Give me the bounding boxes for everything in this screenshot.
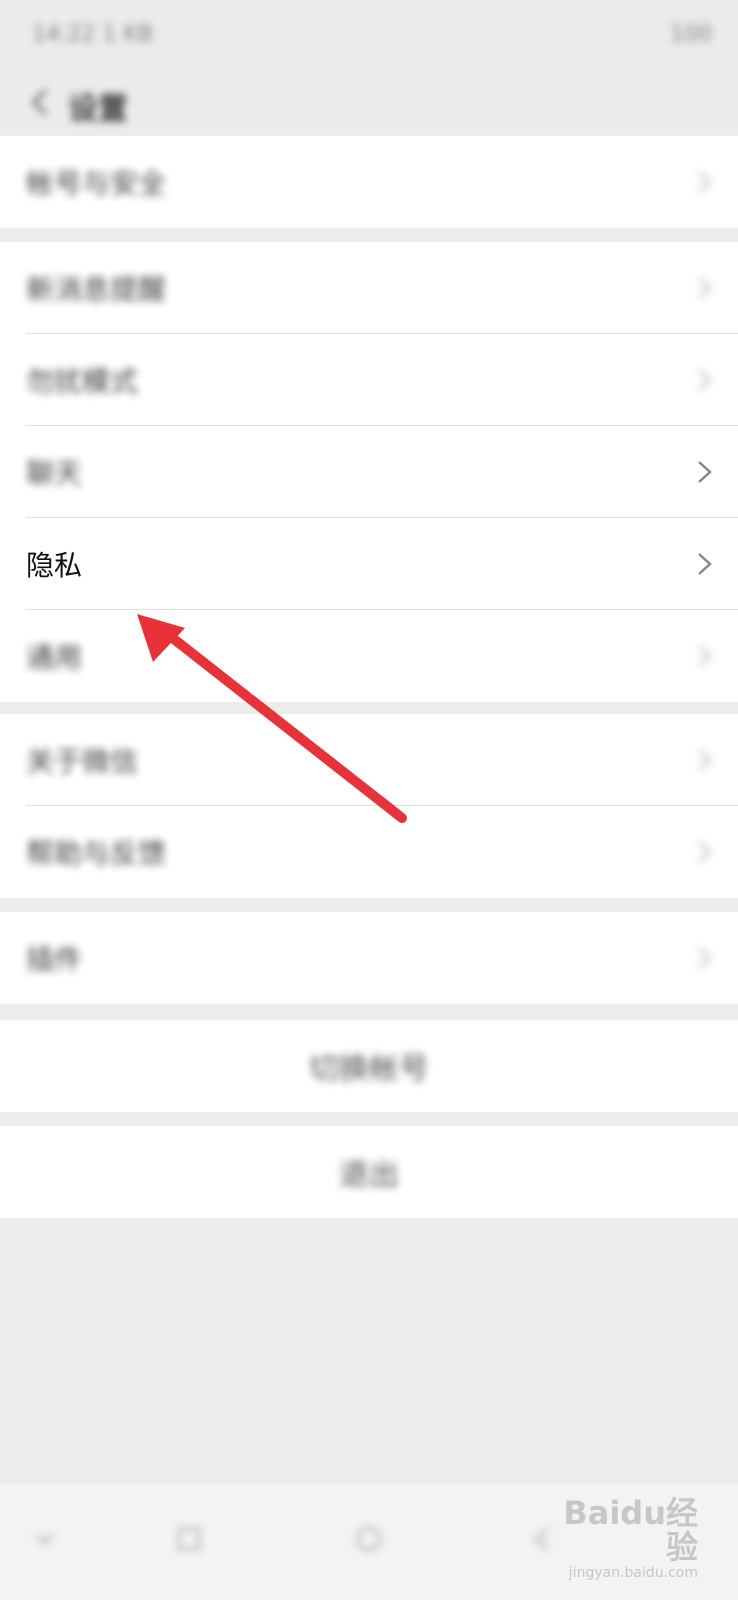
annotation-arrow-icon [137,614,407,823]
